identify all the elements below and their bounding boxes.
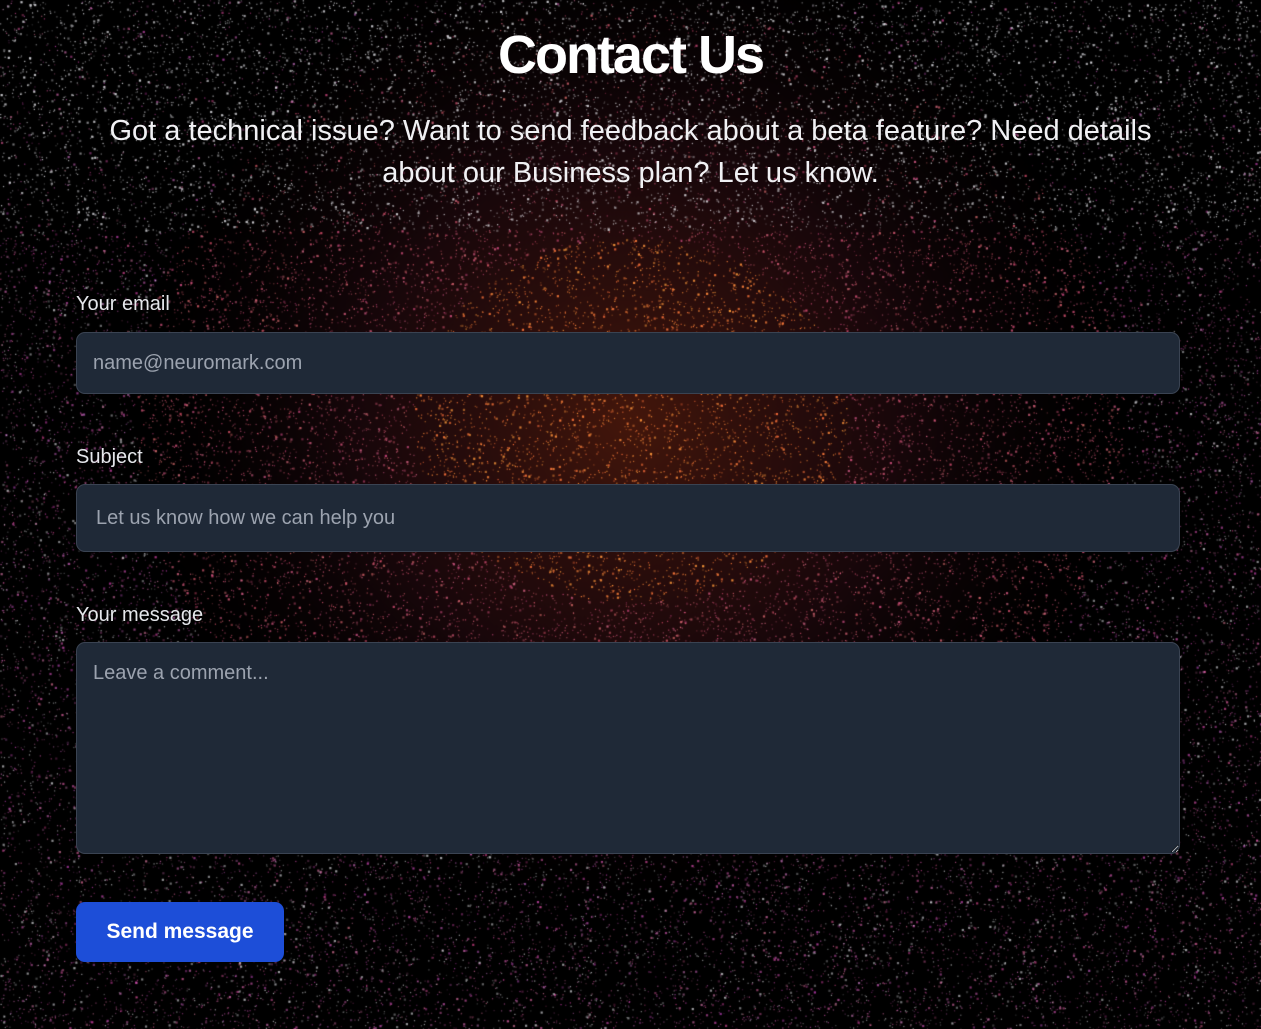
contact-section: Contact Us Got a technical issue? Want t…	[0, 0, 1261, 1029]
message-label: Your message	[76, 604, 204, 626]
page-subtitle: Got a technical issue? Want to send feed…	[109, 115, 1152, 189]
message-textarea[interactable]	[76, 642, 1180, 854]
send-message-button[interactable]: Send message	[76, 902, 284, 962]
email-label: Your email	[76, 293, 170, 315]
subject-field[interactable]	[76, 484, 1180, 552]
email-field[interactable]	[76, 332, 1180, 394]
contact-page: Contact Us Got a technical issue? Want t…	[0, 0, 1261, 1029]
subject-label: Subject	[76, 446, 143, 468]
page-title: Contact Us	[497, 25, 765, 85]
